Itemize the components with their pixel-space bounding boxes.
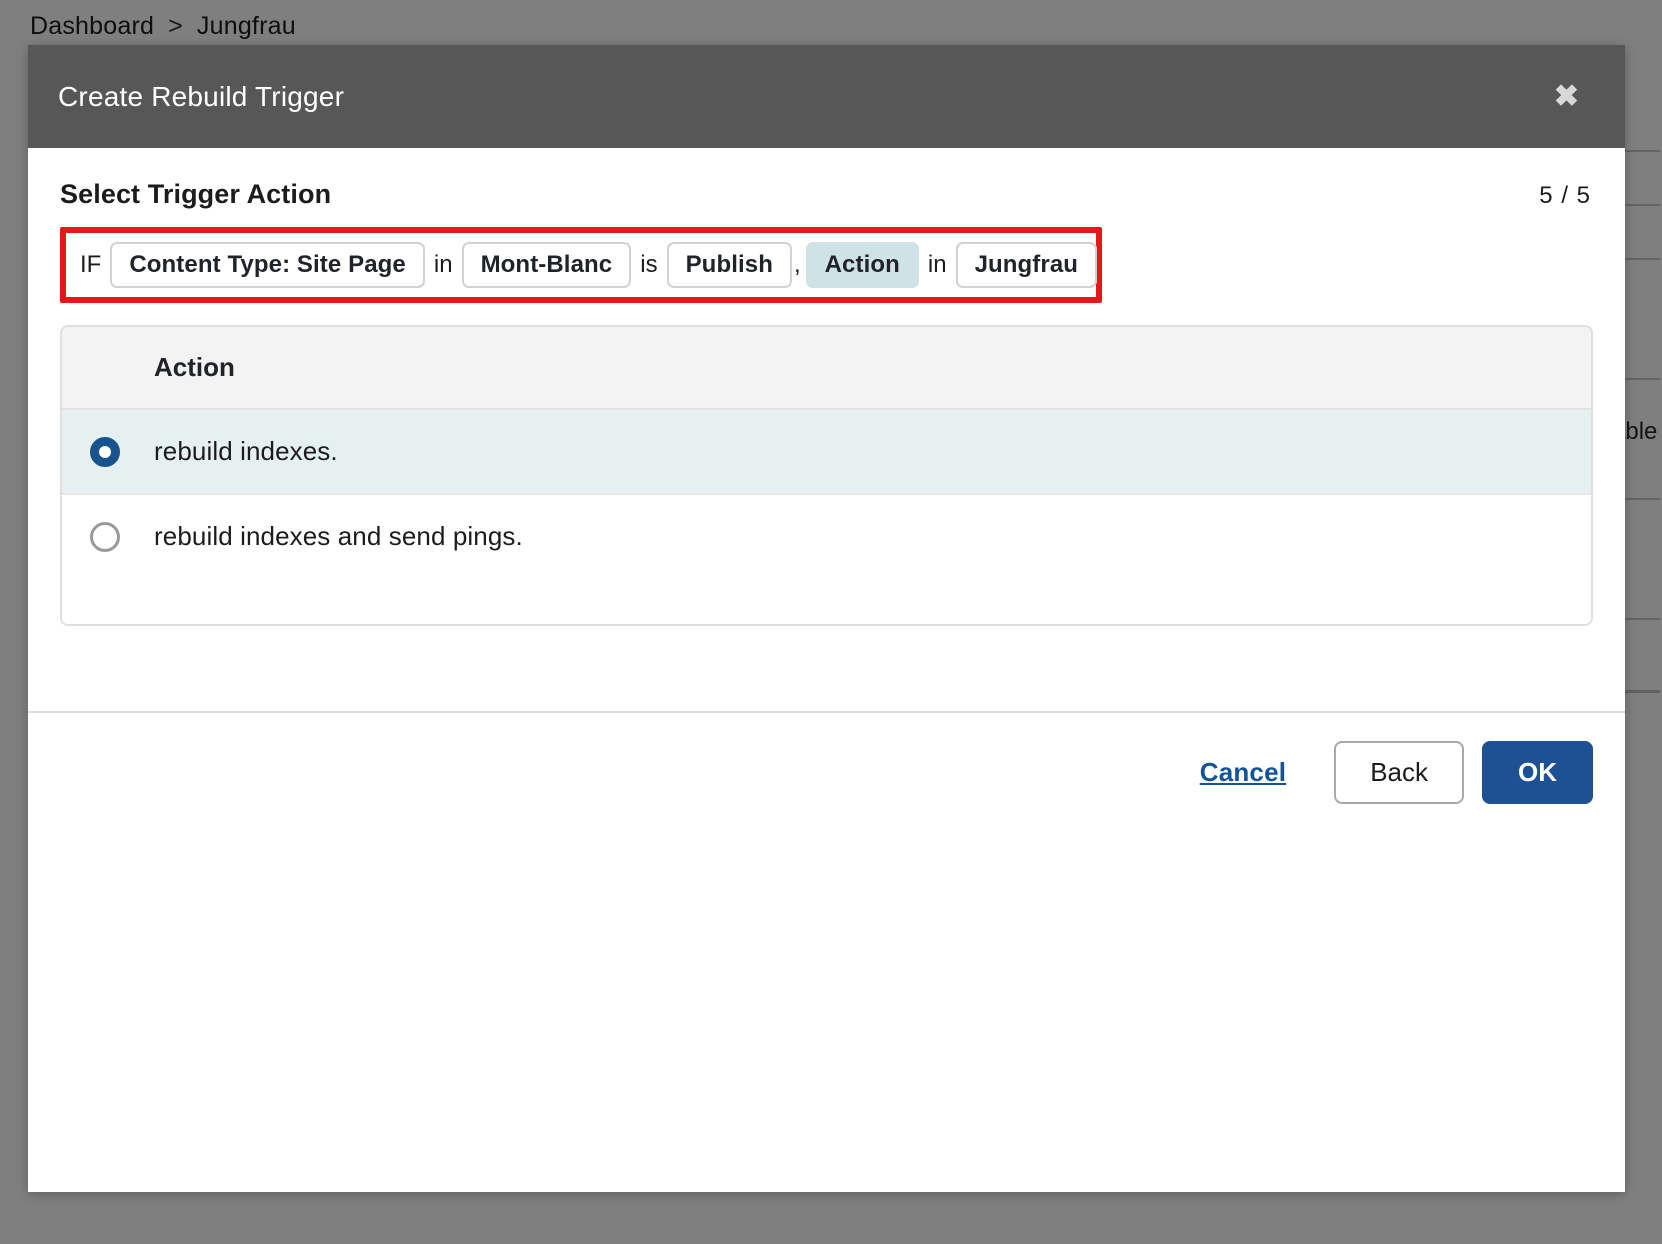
radio-icon[interactable] (90, 436, 120, 467)
page-title: Select Trigger Action (60, 179, 332, 209)
condition-keyword-if: IF (80, 251, 102, 278)
table-empty-space (62, 578, 1591, 624)
dialog-header: Create Rebuild Trigger ✖ (28, 45, 1625, 148)
condition-pill-publish[interactable]: Publish (666, 242, 792, 288)
column-header-action: Action (154, 352, 235, 382)
condition-pill-mont-blanc[interactable]: Mont-Blanc (461, 242, 632, 288)
condition-pill-content-type[interactable]: Content Type: Site Page (110, 242, 425, 288)
cancel-button[interactable]: Cancel (1200, 757, 1286, 788)
condition-pill-action[interactable]: Action (805, 242, 919, 288)
dialog-title: Create Rebuild Trigger (58, 80, 345, 112)
close-icon[interactable]: ✖ (1554, 81, 1579, 112)
condition-comma: , (793, 251, 801, 278)
option-label: rebuild indexes. (154, 436, 338, 466)
table-row[interactable]: rebuild indexes and send pings. (62, 495, 1591, 578)
step-counter: 5 / 5 (1539, 182, 1591, 209)
action-options-table: Action rebuild indexes. rebuild indexes … (60, 325, 1593, 626)
option-label: rebuild indexes and send pings. (154, 521, 523, 551)
table-header-row: Action (62, 327, 1591, 410)
condition-keyword-in-2: in (927, 251, 947, 278)
radio-icon[interactable] (90, 521, 120, 552)
ok-button[interactable]: OK (1482, 741, 1593, 804)
dialog-footer: Cancel Back OK (28, 711, 1625, 804)
trigger-condition-bar: IF Content Type: Site Page in Mont-Blanc… (60, 227, 1102, 303)
dialog-body: Select Trigger Action 5 / 5 IF Content T… (28, 148, 1625, 711)
back-button[interactable]: Back (1334, 741, 1464, 804)
condition-pill-jungfrau[interactable]: Jungfrau (955, 242, 1098, 288)
table-row[interactable]: rebuild indexes. (62, 410, 1591, 495)
condition-keyword-is: is (640, 251, 658, 278)
condition-keyword-in-1: in (433, 251, 453, 278)
create-rebuild-trigger-dialog: Create Rebuild Trigger ✖ Select Trigger … (28, 45, 1625, 1192)
section-head: Select Trigger Action 5 / 5 (60, 148, 1593, 210)
